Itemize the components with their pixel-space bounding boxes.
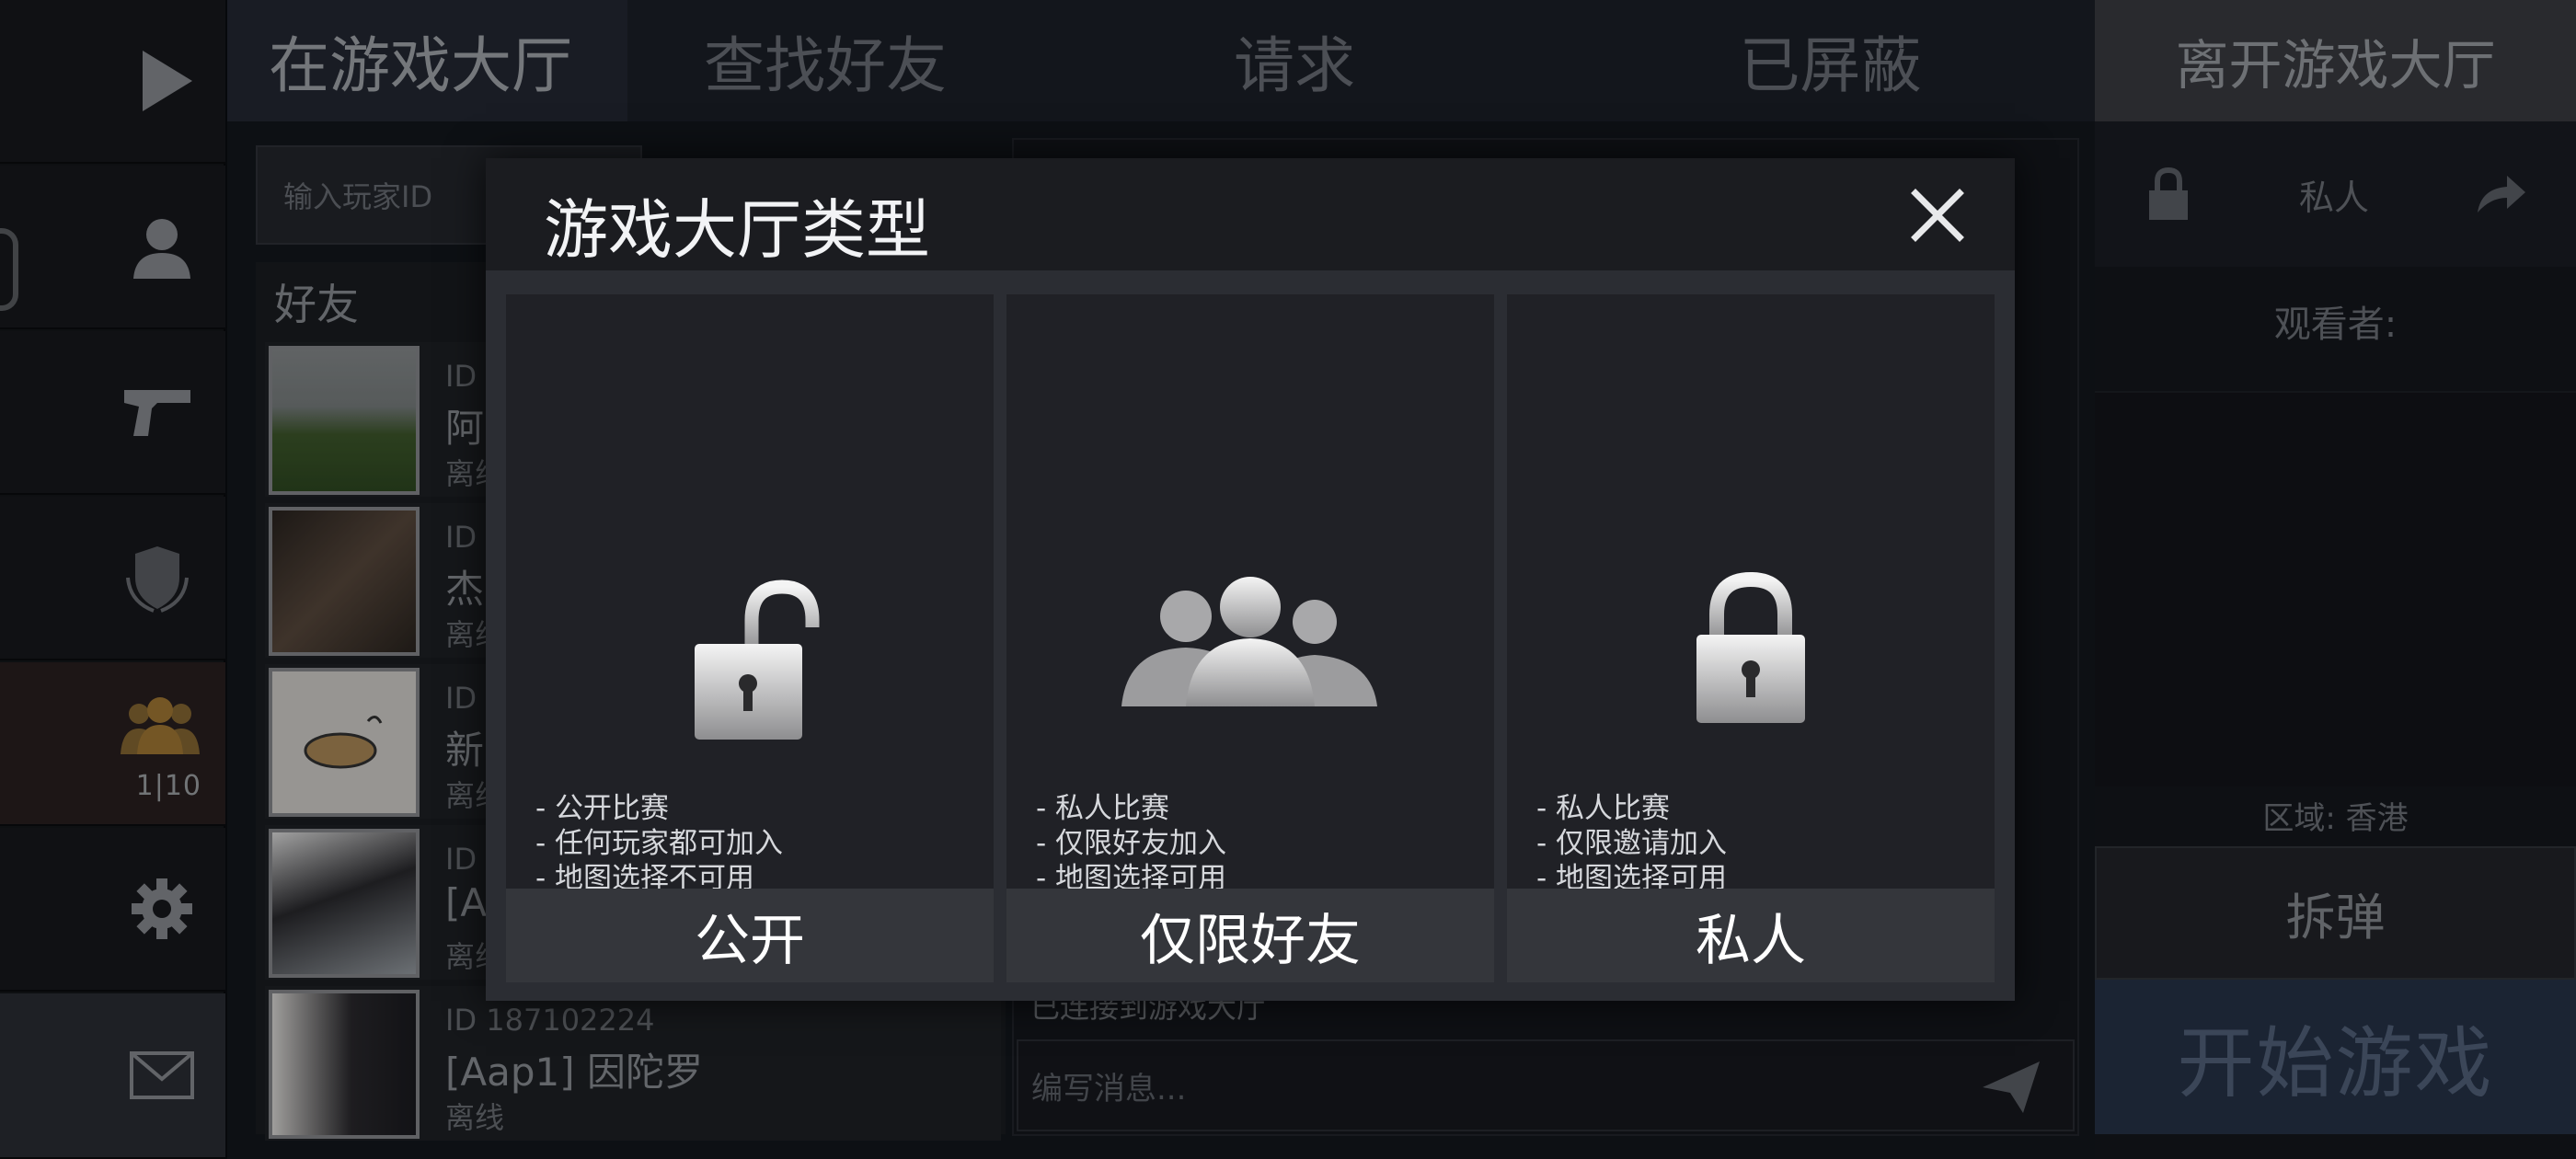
modal-header: 游戏大厅类型 [486, 158, 2015, 270]
locked-padlock-icon [1507, 570, 1995, 734]
public-option-description: - 公开比赛 - 任何玩家都可加入 - 地图选择不可用 [535, 792, 784, 895]
friends-only-option-description: - 私人比赛 - 仅限好友加入 - 地图选择可用 [1036, 792, 1227, 895]
friends-only-option-card[interactable]: - 私人比赛 - 仅限好友加入 - 地图选择可用 仅限好友 [1006, 294, 1494, 982]
close-icon[interactable] [1908, 186, 1967, 245]
modal-title: 游戏大厅类型 [544, 192, 930, 268]
friends-group-icon [1006, 570, 1494, 708]
friends-only-option-label: 仅限好友 [1006, 889, 1494, 982]
public-option-card[interactable]: - 公开比赛 - 任何玩家都可加入 - 地图选择不可用 公开 [506, 294, 994, 982]
private-option-label: 私人 [1507, 889, 1995, 982]
public-option-label: 公开 [506, 889, 994, 982]
private-option-card[interactable]: - 私人比赛 - 仅限邀请加入 - 地图选择可用 私人 [1507, 294, 1995, 982]
lobby-type-modal: 游戏大厅类型 - 公开比赛 - 任何玩家都可加入 - 地图选择不可用 公开 - … [486, 158, 2015, 1001]
private-option-description: - 私人比赛 - 仅限邀请加入 - 地图选择可用 [1536, 792, 1728, 895]
unlocked-padlock-icon [506, 570, 994, 745]
